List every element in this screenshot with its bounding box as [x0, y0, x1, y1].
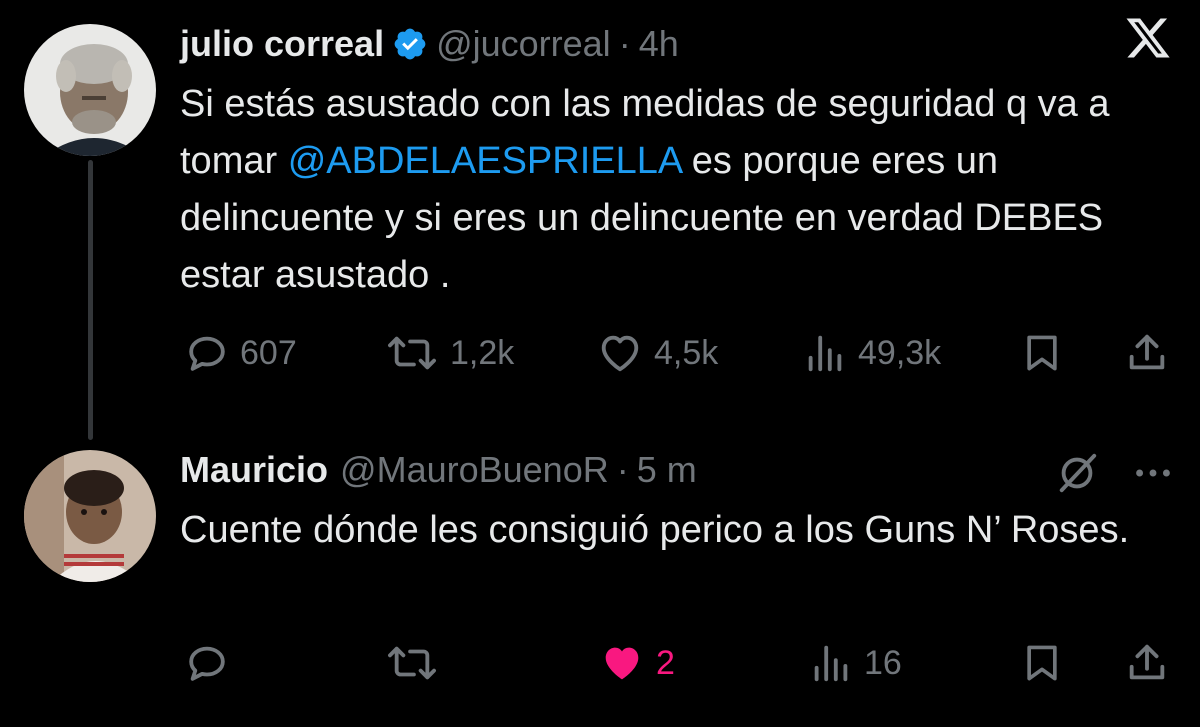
mention-link[interactable]: @ABDELAESPRIELLA: [288, 140, 681, 182]
like-button[interactable]: 2: [598, 638, 675, 688]
tweet-actions: 2 16: [0, 638, 1200, 688]
tweet-time[interactable]: 4h: [639, 22, 679, 66]
bookmark-button[interactable]: [1020, 328, 1064, 378]
reply-icon: [189, 336, 225, 371]
thread-connector-line: [88, 160, 93, 440]
reply-button[interactable]: [184, 638, 240, 688]
repost-button[interactable]: [384, 638, 450, 688]
author-avatar[interactable]: [24, 24, 156, 156]
share-icon: [1129, 334, 1165, 370]
bookmark-icon: [1027, 645, 1057, 681]
tweet-header: julio correal @jucorreal · 4h: [180, 22, 679, 66]
tweet-header: Mauricio @MauroBuenoR · 5 m: [180, 448, 697, 492]
views-button[interactable]: 16: [808, 638, 902, 688]
verified-badge-icon: [394, 28, 426, 60]
avatar-child-photo-icon: [24, 450, 156, 582]
author-name[interactable]: Mauricio: [180, 448, 328, 492]
views-chart-icon: [814, 645, 848, 682]
more-options-icon[interactable]: [1128, 450, 1178, 496]
reply-icon: [189, 646, 225, 681]
view-count: 16: [864, 643, 902, 682]
view-count: 49,3k: [858, 333, 942, 372]
like-button[interactable]: 4,5k: [596, 328, 718, 378]
author-handle[interactable]: @jucorreal: [436, 22, 611, 66]
views-chart-icon: [808, 335, 842, 372]
heart-filled-icon: [605, 647, 639, 680]
bookmark-icon: [1027, 335, 1057, 371]
author-name[interactable]: julio correal: [180, 22, 384, 66]
like-count: 4,5k: [654, 333, 719, 372]
reply-tweet[interactable]: Mauricio @MauroBuenoR · 5 m Cuente dónde…: [0, 440, 1200, 727]
original-tweet[interactable]: julio correal @jucorreal · 4h Si estás a…: [0, 0, 1200, 440]
repost-count: 1,2k: [450, 333, 515, 372]
tweet-text: Cuente dónde les consiguió perico a los …: [180, 509, 1130, 551]
share-button[interactable]: [1124, 638, 1170, 688]
author-handle[interactable]: @MauroBuenoR: [340, 448, 609, 492]
reply-count: 607: [240, 333, 297, 372]
separator-dot: ·: [618, 23, 631, 64]
bookmark-button[interactable]: [1020, 638, 1064, 688]
separator-dot: ·: [616, 449, 629, 490]
tweet-actions: 607 1,2k 4,5k 49,3k: [0, 328, 1200, 378]
share-icon: [1129, 644, 1165, 680]
heart-icon: [601, 335, 639, 372]
reply-button[interactable]: 607: [184, 328, 297, 378]
reply-top-icons: [1052, 450, 1178, 496]
grok-icon[interactable]: [1052, 450, 1102, 496]
share-button[interactable]: [1124, 328, 1170, 378]
like-count: 2: [656, 643, 675, 682]
avatar-man-gray-hair-icon: [24, 24, 156, 156]
repost-icon: [388, 646, 436, 680]
author-avatar[interactable]: [24, 450, 156, 582]
views-button[interactable]: 49,3k: [802, 328, 941, 378]
tweet-time[interactable]: 5 m: [637, 448, 697, 492]
tweet-text: Si estás asustado con las medidas de seg…: [180, 76, 1180, 304]
repost-button[interactable]: 1,2k: [384, 328, 514, 378]
repost-icon: [388, 336, 436, 370]
